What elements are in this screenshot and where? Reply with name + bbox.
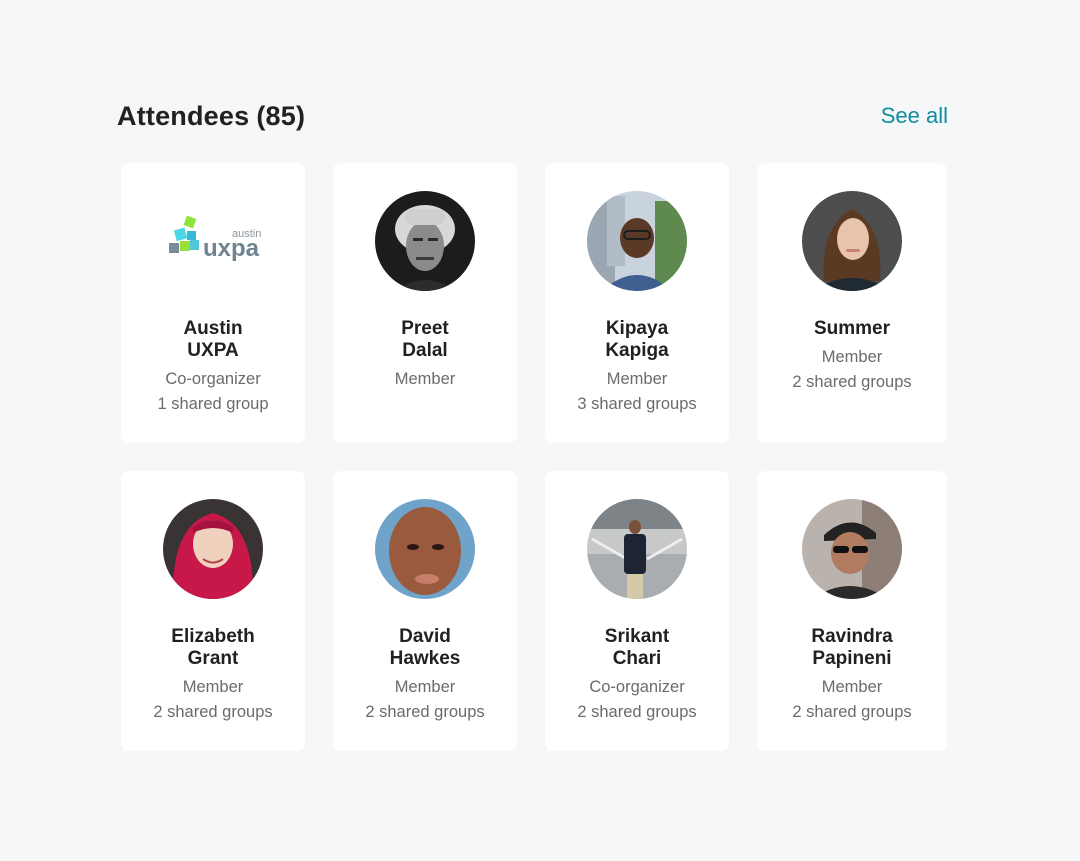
attendee-card[interactable]: Elizabeth Grant Member 2 shared groups	[121, 471, 305, 751]
avatar	[587, 499, 687, 599]
attendees-header: Attendees (85) See all	[116, 96, 948, 136]
attendee-first-name: Elizabeth	[171, 626, 255, 647]
attendee-shared-groups: 3 shared groups	[577, 395, 697, 413]
attendee-name: Kipaya Kapiga	[605, 318, 668, 362]
attendee-name: David Hawkes	[390, 626, 461, 670]
attendees-section: Attendees (85) See all austin uxpa Austi…	[116, 96, 948, 751]
avatar	[375, 499, 475, 599]
avatar	[587, 191, 687, 291]
attendee-last-name: Grant	[187, 648, 239, 669]
attendee-last-name: Chari	[612, 648, 662, 669]
attendees-count: (85)	[256, 100, 306, 131]
attendee-last-name: UXPA	[187, 340, 239, 361]
avatar	[375, 191, 475, 291]
attendee-last-name: Kapiga	[605, 340, 669, 361]
attendee-card[interactable]: Kipaya Kapiga Member 3 shared groups	[545, 163, 729, 443]
attendee-last-name: Dalal	[402, 340, 448, 361]
attendee-shared-groups: 2 shared groups	[792, 373, 912, 391]
attendee-shared-groups: 2 shared groups	[577, 703, 697, 721]
attendee-role: Member	[394, 370, 456, 388]
attendee-first-name: Ravindra	[811, 626, 893, 647]
attendee-grid: austin uxpa Austin UXPA Co-organizer 1 s…	[121, 163, 948, 751]
attendee-shared-groups: 1 shared group	[157, 395, 269, 413]
attendee-card[interactable]: Summer Member 2 shared groups	[757, 163, 947, 443]
attendee-card[interactable]: Preet Dalal Member	[333, 163, 517, 443]
see-all-link[interactable]: See all	[881, 103, 948, 129]
attendee-shared-groups: 2 shared groups	[365, 703, 485, 721]
avatar	[802, 191, 902, 291]
attendee-name: Summer	[814, 318, 890, 340]
attendee-shared-groups: 2 shared groups	[153, 703, 273, 721]
attendee-role: Co-organizer	[165, 370, 261, 388]
attendees-title: Attendees (85)	[117, 101, 305, 132]
attendee-first-name: Austin	[183, 318, 243, 339]
attendee-card[interactable]: Srikant Chari Co-organizer 2 shared grou…	[545, 471, 729, 751]
avatar	[163, 499, 263, 599]
attendee-role: Member	[821, 348, 883, 366]
attendees-title-label: Attendees	[117, 100, 250, 131]
attendee-name: Preet Dalal	[401, 318, 449, 362]
attendee-role: Co-organizer	[589, 678, 685, 696]
attendee-role: Member	[182, 678, 244, 696]
attendee-card[interactable]: austin uxpa Austin UXPA Co-organizer 1 s…	[121, 163, 305, 443]
attendee-card[interactable]: David Hawkes Member 2 shared groups	[333, 471, 517, 751]
attendee-name: Ravindra Papineni	[811, 626, 892, 670]
avatar	[802, 499, 902, 599]
group-logo: austin uxpa	[163, 191, 263, 291]
attendee-last-name: Papineni	[812, 648, 892, 669]
attendee-name: Elizabeth Grant	[171, 626, 254, 670]
attendee-card[interactable]: Ravindra Papineni Member 2 shared groups	[757, 471, 947, 751]
attendee-role: Member	[821, 678, 883, 696]
attendee-last-name: Hawkes	[389, 648, 461, 669]
attendee-shared-groups: 2 shared groups	[792, 703, 912, 721]
attendee-role: Member	[606, 370, 668, 388]
attendee-first-name: David	[399, 626, 451, 647]
svg-text:uxpa: uxpa	[203, 235, 260, 262]
attendee-name: Austin UXPA	[183, 318, 242, 362]
attendee-first-name: Srikant	[604, 626, 670, 647]
attendee-name: Srikant Chari	[605, 626, 669, 670]
attendee-first-name: Preet	[401, 318, 449, 339]
attendee-first-name: Summer	[813, 318, 891, 339]
attendee-role: Member	[394, 678, 456, 696]
attendee-first-name: Kipaya	[605, 318, 669, 339]
